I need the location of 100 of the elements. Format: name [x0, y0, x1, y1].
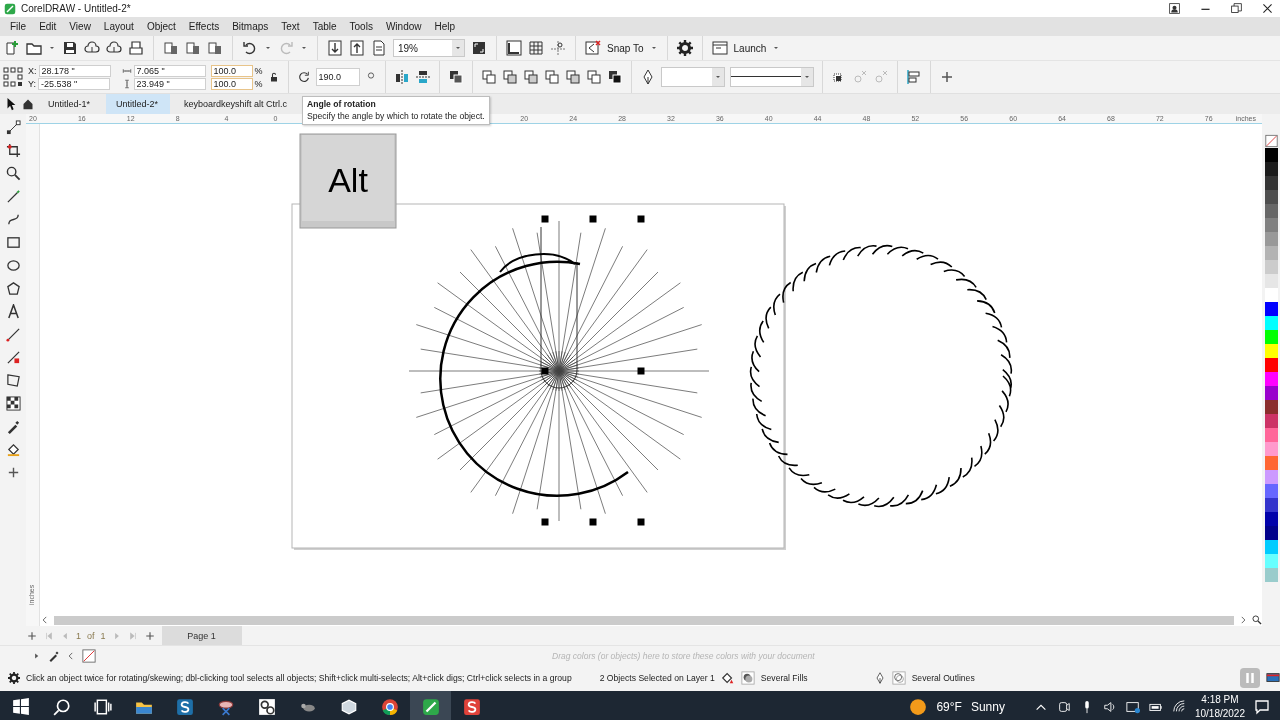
- color-swatch[interactable]: [1264, 428, 1278, 442]
- save-icon[interactable]: [62, 40, 78, 56]
- import-icon[interactable]: [327, 40, 343, 56]
- zoom-icon[interactable]: [5, 166, 21, 181]
- paste-pages-icon[interactable]: [207, 40, 223, 56]
- menu-item[interactable]: Tools: [345, 21, 382, 32]
- color-swatch[interactable]: [1264, 148, 1278, 162]
- color-swatch[interactable]: [1264, 358, 1278, 372]
- no-color-swatch-icon[interactable]: [1264, 134, 1278, 148]
- drop-shadow-icon[interactable]: [5, 350, 21, 365]
- shape-tool-icon[interactable]: [5, 120, 21, 135]
- menu-item[interactable]: Layout: [99, 21, 143, 32]
- color-swatch[interactable]: [1264, 470, 1278, 484]
- color-swatch[interactable]: [1264, 218, 1278, 232]
- mirror-horizontal-icon[interactable]: [393, 69, 410, 85]
- color-swatch[interactable]: [1264, 176, 1278, 190]
- clock-date[interactable]: 10/18/2022: [1194, 707, 1245, 720]
- snap-to-button[interactable]: Snap To: [607, 42, 644, 54]
- guidelines-icon[interactable]: [550, 40, 566, 56]
- rulers-icon[interactable]: [506, 40, 522, 56]
- menu-item[interactable]: Bitmaps: [228, 21, 278, 32]
- color-swatch[interactable]: [1264, 526, 1278, 540]
- color-swatch[interactable]: [1264, 260, 1278, 274]
- page-tab[interactable]: Page 1: [161, 626, 242, 645]
- task-view-icon[interactable]: [93, 698, 112, 716]
- object-origin-icon[interactable]: [3, 67, 23, 87]
- rotation-icon[interactable]: [296, 70, 311, 84]
- fill-tool-icon[interactable]: [5, 442, 21, 457]
- x-position-field[interactable]: 28.178 ": [38, 64, 111, 77]
- speaker-icon[interactable]: [1102, 700, 1117, 714]
- camera-icon[interactable]: [1056, 700, 1071, 714]
- app-icon[interactable]: [421, 698, 440, 716]
- print-icon[interactable]: [128, 40, 144, 56]
- screen-icon[interactable]: [1125, 700, 1140, 714]
- menu-item[interactable]: Table: [308, 21, 346, 32]
- color-swatch[interactable]: [1264, 372, 1278, 386]
- no-color-swatch-icon[interactable]: [82, 648, 96, 663]
- caret-icon[interactable]: [300, 44, 308, 52]
- keycap-drawing[interactable]: [299, 133, 397, 229]
- menu-item[interactable]: File: [6, 21, 36, 32]
- color-swatch[interactable]: [1264, 414, 1278, 428]
- color-swatch[interactable]: [1264, 568, 1278, 582]
- account-icon[interactable]: [1168, 2, 1181, 15]
- y-position-field[interactable]: -25.538 ": [38, 77, 110, 90]
- zoom-dropdown[interactable]: 19%: [393, 39, 465, 57]
- weather-icon[interactable]: [909, 698, 928, 716]
- color-swatch[interactable]: [1264, 288, 1278, 302]
- color-swatch[interactable]: [1264, 162, 1278, 176]
- color-swatch[interactable]: [1264, 246, 1278, 260]
- simplify-icon[interactable]: [564, 69, 581, 85]
- scroll-left-icon[interactable]: [40, 615, 50, 625]
- add-page-icon[interactable]: [26, 629, 38, 642]
- color-swatch[interactable]: [1264, 498, 1278, 512]
- notifications-icon[interactable]: [1254, 699, 1270, 715]
- color-swatch[interactable]: [1264, 274, 1278, 288]
- color-swatch[interactable]: [1264, 316, 1278, 330]
- trim-icon[interactable]: [522, 69, 539, 85]
- launch-icon[interactable]: [711, 40, 728, 56]
- zoom-icon[interactable]: [1252, 615, 1262, 625]
- rotation-field[interactable]: 190.0: [315, 68, 360, 86]
- browser-icon[interactable]: [380, 698, 399, 716]
- back-minus-front-icon[interactable]: [606, 69, 623, 85]
- caret-icon[interactable]: [48, 44, 56, 52]
- app-icon[interactable]: [216, 698, 235, 716]
- color-swatch[interactable]: [1264, 232, 1278, 246]
- grid-icon[interactable]: [528, 40, 544, 56]
- caret-icon[interactable]: [772, 44, 781, 52]
- search-icon[interactable]: [52, 698, 71, 716]
- intersect-icon[interactable]: [543, 69, 560, 85]
- document-tab[interactable]: keyboardkeyshift alt Ctrl.c: [174, 94, 300, 114]
- color-swatch[interactable]: [1264, 512, 1278, 526]
- export-icon[interactable]: [349, 40, 365, 56]
- document-tab[interactable]: Untitled-1*: [38, 94, 103, 114]
- color-swatch[interactable]: [1264, 330, 1278, 344]
- color-swatch[interactable]: [1264, 190, 1278, 204]
- app-icon[interactable]: [339, 698, 358, 716]
- cloud-download-icon[interactable]: [84, 40, 100, 56]
- settings-icon[interactable]: [676, 40, 693, 56]
- color-swatch[interactable]: [1264, 442, 1278, 456]
- cloud-upload-icon[interactable]: [106, 40, 122, 56]
- transparency-icon[interactable]: [5, 396, 21, 411]
- color-swatch[interactable]: [1264, 302, 1278, 316]
- copy-pages-icon[interactable]: [185, 40, 201, 56]
- page-layout-icon[interactable]: [163, 40, 179, 56]
- order-icon[interactable]: [447, 69, 464, 85]
- menu-item[interactable]: Text: [277, 21, 309, 32]
- close-button[interactable]: [1261, 2, 1274, 15]
- color-swatch[interactable]: [1264, 540, 1278, 554]
- color-swatch[interactable]: [1264, 484, 1278, 498]
- color-swatch[interactable]: [1264, 344, 1278, 358]
- home-icon[interactable]: [22, 98, 34, 110]
- front-minus-back-icon[interactable]: [585, 69, 602, 85]
- eyedropper-icon[interactable]: [5, 419, 21, 434]
- open-folder-icon[interactable]: [26, 40, 42, 56]
- combine-icon[interactable]: [480, 69, 497, 85]
- wifi-icon[interactable]: [1171, 700, 1186, 714]
- app-icon[interactable]: [462, 698, 481, 716]
- rectangle-tool-icon[interactable]: [5, 235, 21, 250]
- app-icon[interactable]: [175, 698, 194, 716]
- crop-tool-icon[interactable]: [5, 143, 21, 158]
